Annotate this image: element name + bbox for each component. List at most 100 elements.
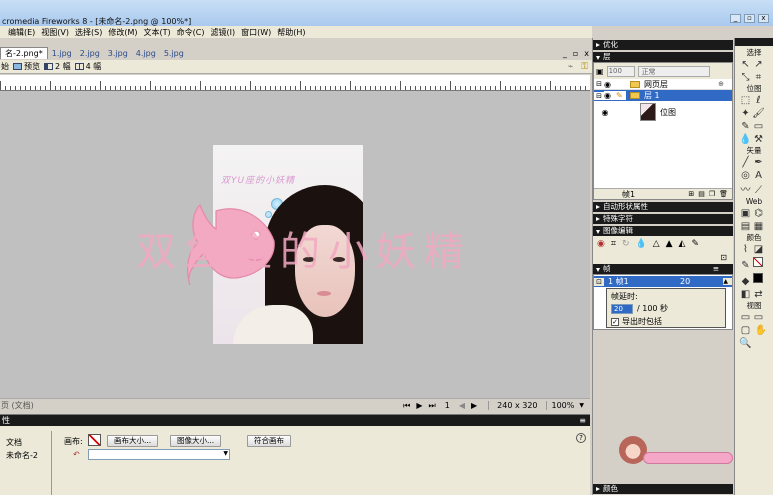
doc-restore-icon[interactable]: ▫ (570, 49, 581, 58)
prev-frame-icon[interactable]: ◀ (456, 401, 468, 410)
blend-mode-select[interactable]: 正常 (637, 65, 710, 77)
panel-menu-icon[interactable]: ≡ (579, 415, 586, 426)
text-icon[interactable]: A (752, 169, 765, 182)
tab-document[interactable]: 4.jpg (132, 49, 160, 58)
blur-tool-icon[interactable]: 💧 (739, 133, 752, 146)
canvas-color-swatch[interactable] (88, 434, 101, 446)
zoom-icon[interactable]: 🔍 (739, 337, 752, 350)
menu-help[interactable]: 帮助(H) (277, 27, 305, 38)
hand-icon[interactable]: ✋ (755, 324, 768, 337)
magic-wand-icon[interactable]: ✦ (739, 107, 752, 120)
layer-row-layer1[interactable]: ⊟ ◉ ✎ 层 1 (594, 90, 732, 101)
rotate-icon[interactable]: ↻ (622, 239, 630, 249)
menu-select[interactable]: 选择(S) (75, 27, 102, 38)
layer-row-bitmap[interactable]: ◉ 位图 (594, 101, 732, 123)
last-frame-icon[interactable]: ⏭ (426, 401, 439, 411)
tab-2-up[interactable]: 2 幅 (44, 61, 71, 72)
burn-icon[interactable]: ◭ (679, 239, 686, 249)
edit-icon[interactable]: ✎ (691, 239, 699, 249)
duplicate-icon[interactable]: ❐ (707, 190, 717, 198)
menu-text[interactable]: 文本(T) (144, 27, 171, 38)
full-screen-icon[interactable]: ▢ (739, 324, 752, 337)
slice-icon[interactable]: ⌬ (752, 207, 765, 220)
frames-panel-header[interactable]: 帧 ≡ (593, 264, 733, 274)
eye-icon[interactable]: ◉ (594, 108, 616, 117)
tab-4-up[interactable]: 4 幅 (74, 61, 101, 72)
panel-options-icon[interactable]: ⊡ (720, 253, 727, 262)
minimize-button[interactable]: _ (730, 14, 741, 23)
restore-button[interactable]: ▫ (744, 14, 755, 23)
canvas-area[interactable]: 双YU座的小妖精 双鱼座的小妖精 (0, 91, 590, 398)
brush-icon[interactable]: 🖌 (752, 107, 765, 120)
expand-icon[interactable]: ⊟ (594, 80, 604, 88)
image-edit-panel-header[interactable]: 图像编辑 (593, 226, 733, 236)
first-frame-icon[interactable]: ⏮ (400, 401, 413, 411)
menu-modify[interactable]: 修改(M) (108, 27, 137, 38)
knife-icon[interactable]: ⟋ (752, 184, 765, 197)
tab-document-active[interactable]: 名-2.png* (0, 47, 48, 59)
auto-shape-panel-header[interactable]: 自动形状属性 (593, 202, 733, 212)
opacity-field[interactable]: 100 (606, 65, 635, 77)
crop-tool-icon[interactable]: ⌗ (752, 71, 765, 84)
new-folder-icon[interactable]: ⊞ (686, 190, 696, 198)
menu-commands[interactable]: 命令(C) (177, 27, 205, 38)
export-checkbox[interactable]: ✓ (611, 317, 619, 326)
eraser-icon[interactable]: ▭ (752, 120, 765, 133)
fill-swatch[interactable] (753, 273, 763, 283)
tab-document[interactable]: 5.jpg (160, 49, 188, 58)
crop-icon[interactable]: ⌗ (611, 239, 616, 249)
menu-window[interactable]: 窗口(W) (241, 27, 271, 38)
show-slices-icon[interactable]: ▦ (752, 220, 765, 233)
standard-mode-icon[interactable]: ▭ (739, 311, 752, 324)
colors-panel-header[interactable]: 颜色 (593, 484, 733, 494)
stroke-swatch[interactable] (753, 257, 763, 267)
frame-row[interactable]: ⊡ 1 帧1 20 ▲ (594, 276, 732, 287)
eyedropper-icon[interactable]: ⌇ (739, 243, 752, 256)
doc-minimize-icon[interactable]: _ (560, 49, 570, 58)
stroke-color-icon[interactable]: ✎ (739, 259, 752, 272)
canvas-size-button[interactable]: 画布大小... (107, 435, 159, 447)
fit-canvas-button[interactable]: 符合画布 (247, 435, 291, 447)
line-icon[interactable]: ╱ (739, 156, 752, 169)
tab-document[interactable]: 1.jpg (48, 49, 76, 58)
sharpen-icon[interactable]: △ (653, 239, 660, 249)
close-button[interactable]: x (758, 14, 769, 23)
hotspot-icon[interactable]: ▣ (739, 207, 752, 220)
optimize-panel-header[interactable]: 优化 (593, 40, 733, 50)
play-icon[interactable]: ▶ (413, 401, 425, 410)
doc-close-icon[interactable]: x (581, 49, 592, 58)
image-select[interactable]: ▼ (88, 449, 230, 460)
broom-icon[interactable]: ⌁ (568, 62, 573, 72)
dodge-icon[interactable]: ▲ (666, 239, 673, 249)
pointer-icon[interactable]: ↖ (739, 58, 752, 71)
pen-icon[interactable]: ✒ (752, 156, 765, 169)
scale-icon[interactable]: ⤡ (739, 71, 752, 84)
pencil-icon[interactable]: ✎ (739, 120, 752, 133)
layers-panel-header[interactable]: 层 (593, 52, 733, 62)
lock-icon[interactable]: ▣ (596, 67, 604, 76)
eye-icon[interactable]: ◉ (597, 239, 605, 249)
next-frame-icon[interactable]: ▶ (468, 401, 480, 410)
hide-slices-icon[interactable]: ▤ (739, 220, 752, 233)
tab-original[interactable]: 始 (0, 61, 9, 72)
menu-view[interactable]: 视图(V) (41, 27, 69, 38)
full-screen-menu-icon[interactable]: ▭ (752, 311, 765, 324)
fill-color-icon[interactable]: ◆ (739, 275, 752, 288)
panel-menu-icon[interactable]: ≡ (713, 264, 719, 274)
paint-bucket-icon[interactable]: ◪ (752, 243, 765, 256)
blur-icon[interactable]: 💧 (635, 239, 646, 249)
stamp-icon[interactable]: ⚒ (752, 133, 765, 146)
image-size-button[interactable]: 图像大小... (170, 435, 222, 447)
layer-row-web[interactable]: ⊟ ◉ 网页层 ⊕ (594, 79, 732, 90)
freeform-icon[interactable]: 〰 (739, 182, 752, 196)
default-colors-icon[interactable]: ◧ (739, 288, 752, 301)
tab-document[interactable]: 3.jpg (104, 49, 132, 58)
tab-preview[interactable]: 预览 (13, 61, 40, 72)
chevron-down-icon[interactable]: ▼ (579, 402, 590, 409)
menu-edit[interactable]: 编辑(E) (8, 27, 35, 38)
subselect-icon[interactable]: ↗ (752, 58, 765, 71)
eye-icon[interactable]: ◉ (604, 91, 616, 100)
key-icon[interactable]: ⚿ (577, 62, 592, 72)
expand-icon[interactable]: ⊟ (594, 91, 604, 100)
marquee-icon[interactable]: ⬚ (739, 94, 752, 107)
